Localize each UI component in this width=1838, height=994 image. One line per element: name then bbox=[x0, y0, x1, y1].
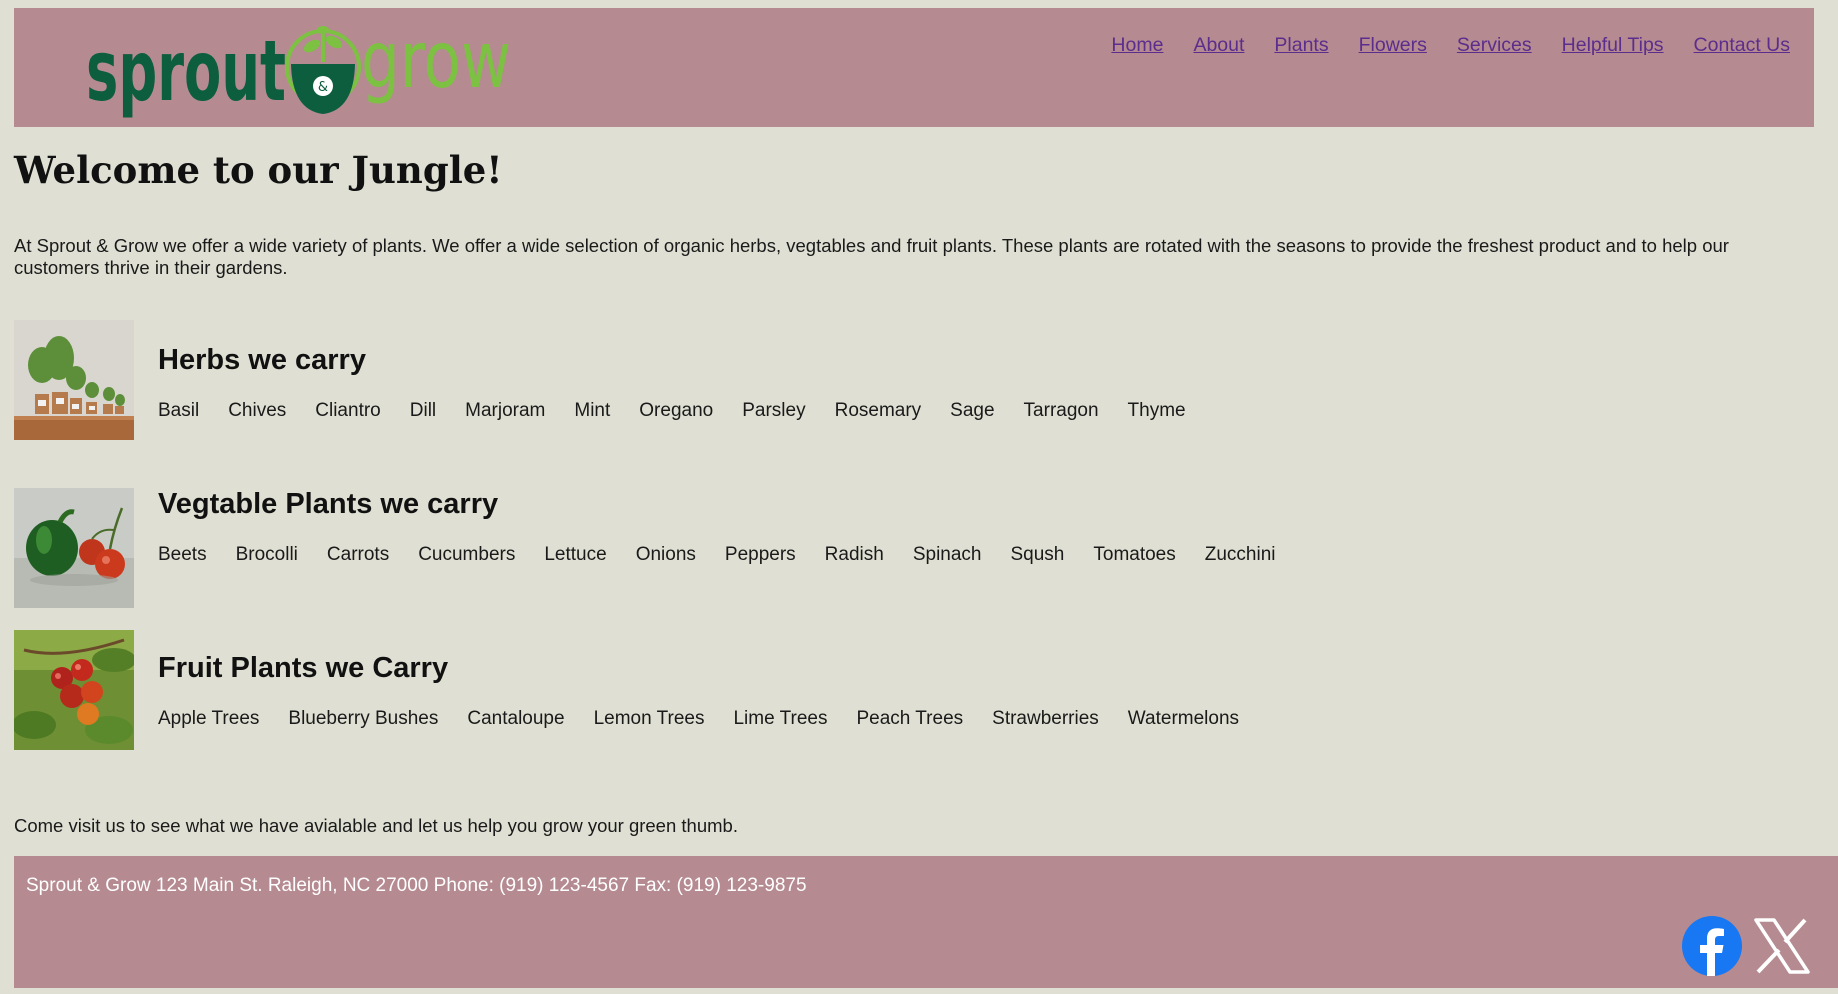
list-item: Strawberries bbox=[992, 708, 1099, 729]
nav-link-contact-us[interactable]: Contact Us bbox=[1694, 34, 1790, 57]
pepper-and-tomatoes-photo bbox=[14, 488, 134, 608]
section-heading: Vegtable Plants we carry bbox=[158, 488, 499, 520]
fruit-on-branch-photo bbox=[14, 630, 134, 750]
list-item: Cliantro bbox=[315, 400, 381, 421]
list-item: Tarragon bbox=[1023, 400, 1099, 421]
pot-emblem: & bbox=[285, 26, 361, 114]
potted-herbs-photo bbox=[14, 320, 134, 440]
list-item: Beets bbox=[158, 544, 207, 565]
main-nav: Home About Plants Flowers Services Helpf… bbox=[1081, 34, 1790, 57]
list-item: Watermelons bbox=[1127, 708, 1240, 729]
list-item: Marjoram bbox=[465, 400, 546, 421]
list-item: Lettuce bbox=[544, 544, 607, 565]
list-item: Carrots bbox=[326, 544, 390, 565]
page: sprout & grow Home About Plants Flowers … bbox=[0, 0, 1838, 994]
nav-link-about[interactable]: About bbox=[1193, 34, 1244, 57]
herbs-list: Basil Chives Cliantro Dill Marjoram Mint… bbox=[158, 400, 1215, 422]
vegetables-section: Vegtable Plants we carry Beets Brocolli … bbox=[14, 488, 1814, 608]
list-item: Sage bbox=[950, 400, 995, 421]
list-item: Thyme bbox=[1127, 400, 1186, 421]
section-heading: Fruit Plants we Carry bbox=[158, 652, 449, 684]
list-item: Brocolli bbox=[235, 544, 298, 565]
nav-link-helpful-tips[interactable]: Helpful Tips bbox=[1562, 34, 1664, 57]
list-item: Peppers bbox=[724, 544, 796, 565]
list-item: Onions bbox=[635, 544, 696, 565]
list-item: Oregano bbox=[639, 400, 714, 421]
social-links bbox=[1682, 916, 1812, 976]
fruit-list: Apple Trees Blueberry Bushes Cantaloupe … bbox=[158, 708, 1268, 730]
list-item: Spinach bbox=[912, 544, 982, 565]
site-footer: Sprout & Grow 123 Main St. Raleigh, NC 2… bbox=[14, 856, 1838, 988]
list-item: Sqush bbox=[1010, 544, 1065, 565]
list-item: Peach Trees bbox=[856, 708, 964, 729]
list-item: Blueberry Bushes bbox=[288, 708, 439, 729]
logo-word-grow: grow bbox=[361, 16, 511, 106]
closing-paragraph: Come visit us to see what we have aviala… bbox=[14, 815, 738, 836]
nav-link-services[interactable]: Services bbox=[1457, 34, 1532, 57]
intro-paragraph: At Sprout & Grow we offer a wide variety… bbox=[14, 235, 1729, 278]
fruit-section: Fruit Plants we Carry Apple Trees Bluebe… bbox=[14, 630, 1814, 750]
site-header: sprout & grow Home About Plants Flowers … bbox=[14, 8, 1814, 127]
x-icon[interactable] bbox=[1752, 916, 1812, 976]
vegetables-list: Beets Brocolli Carrots Cucumbers Lettuce… bbox=[158, 544, 1305, 566]
nav-link-home[interactable]: Home bbox=[1111, 34, 1163, 57]
list-item: Chives bbox=[228, 400, 287, 421]
list-item: Cucumbers bbox=[418, 544, 516, 565]
section-heading: Herbs we carry bbox=[158, 344, 366, 376]
list-item: Dill bbox=[409, 400, 437, 421]
nav-link-plants[interactable]: Plants bbox=[1274, 34, 1328, 57]
list-item: Lime Trees bbox=[733, 708, 828, 729]
facebook-icon[interactable] bbox=[1682, 916, 1742, 976]
list-item: Zucchini bbox=[1204, 544, 1276, 565]
list-item: Basil bbox=[158, 400, 200, 421]
list-item: Tomatoes bbox=[1093, 544, 1176, 565]
list-item: Parsley bbox=[742, 400, 806, 421]
list-item: Apple Trees bbox=[158, 708, 260, 729]
page-title: Welcome to our Jungle! bbox=[14, 148, 503, 192]
list-item: Radish bbox=[824, 544, 884, 565]
list-item: Lemon Trees bbox=[593, 708, 705, 729]
logo-word-sprout: sprout bbox=[86, 22, 286, 120]
list-item: Mint bbox=[574, 400, 611, 421]
logo-ampersand: & bbox=[318, 80, 328, 95]
footer-contact-text: Sprout & Grow 123 Main St. Raleigh, NC 2… bbox=[26, 875, 807, 896]
sprout-and-grow-logo[interactable]: sprout & grow bbox=[86, 12, 516, 124]
list-item: Cantaloupe bbox=[467, 708, 565, 729]
list-item: Rosemary bbox=[834, 400, 922, 421]
nav-link-flowers[interactable]: Flowers bbox=[1359, 34, 1427, 57]
herbs-section: Herbs we carry Basil Chives Cliantro Dil… bbox=[14, 320, 1814, 440]
